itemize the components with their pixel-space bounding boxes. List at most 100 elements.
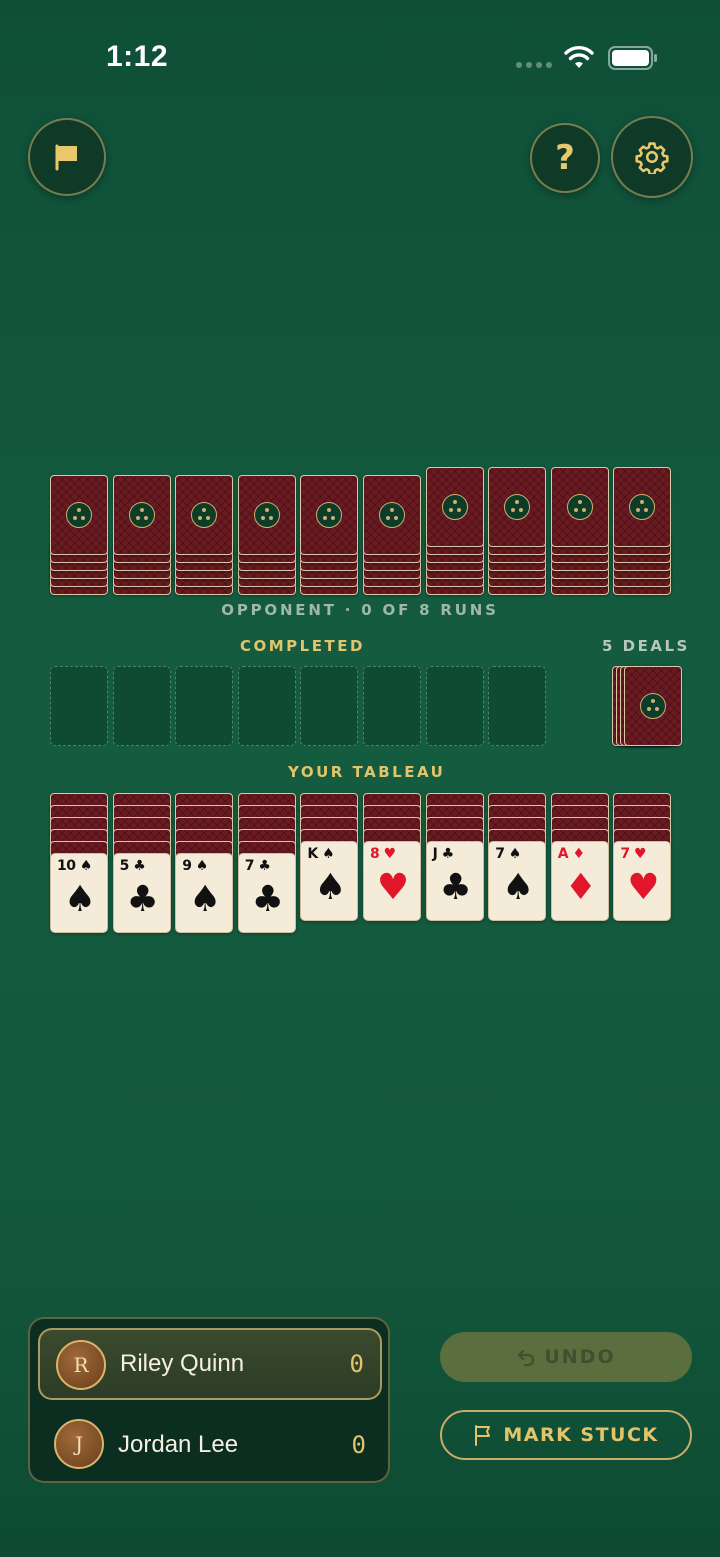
card-rank: 8 ♥ <box>370 846 396 862</box>
completed-label: COMPLETED <box>240 637 365 655</box>
suit-icon: ♥ <box>376 867 410 908</box>
undo-icon <box>518 1349 535 1367</box>
opponent-pile <box>112 475 171 595</box>
card-back <box>550 467 609 547</box>
face-up-card[interactable]: 7 ♣ ♣ <box>237 853 296 933</box>
avatar: J <box>54 1419 104 1469</box>
completed-slot <box>488 666 547 746</box>
tableau-column[interactable]: K ♠ ♠ <box>300 793 359 921</box>
player-score: 0 <box>349 1350 364 1378</box>
card-emblem-icon <box>66 502 92 528</box>
completed-slot <box>50 666 108 746</box>
card-back <box>613 467 672 547</box>
completed-slot <box>300 666 359 746</box>
help-button[interactable]: ? <box>530 123 600 193</box>
opponent-pile <box>300 475 359 595</box>
suit-icon: ♣ <box>439 867 472 908</box>
wifi-icon <box>564 46 594 68</box>
completed-slot <box>425 666 484 746</box>
opponent-pile <box>50 475 108 595</box>
card-emblem-icon <box>504 494 531 520</box>
cellular-signal-icon <box>516 62 552 68</box>
undo-button[interactable]: UNDO <box>440 1332 692 1382</box>
suit-icon: ♠ <box>314 867 347 908</box>
opponent-pile <box>488 467 547 595</box>
card-rank: 7 ♠ <box>495 846 521 862</box>
completed-slot <box>237 666 296 746</box>
card-back <box>175 475 234 555</box>
tableau-column[interactable]: 7 ♥ ♥ <box>613 793 672 921</box>
mark-stuck-button[interactable]: MARK STUCK <box>440 1410 692 1460</box>
player-row: J Jordan Lee 0 <box>38 1409 382 1481</box>
scoreboard: R Riley Quinn 0 J Jordan Lee 0 <box>28 1317 390 1483</box>
opponent-pile <box>363 475 421 595</box>
face-up-card[interactable]: 7 ♥ ♥ <box>613 841 672 921</box>
card-rank: 7 ♣ <box>244 858 271 874</box>
tableau-column[interactable]: 7 ♠ ♠ <box>488 793 547 921</box>
deals-label: 5 DEALS <box>602 637 690 655</box>
card-emblem-icon <box>566 494 593 520</box>
card-rank: 7 ♥ <box>620 846 647 862</box>
face-up-card[interactable]: K ♠ ♠ <box>300 841 359 921</box>
face-up-card[interactable]: 8 ♥ ♥ <box>363 841 421 921</box>
card-emblem-icon <box>128 502 155 528</box>
tableau-column[interactable]: 7 ♣ ♣ <box>237 793 296 933</box>
suit-icon: ♥ <box>627 867 660 908</box>
card-back <box>237 475 296 555</box>
card-rank: K ♠ <box>307 846 335 862</box>
face-up-card[interactable]: A ♦ ♦ <box>550 841 609 921</box>
opponent-label: OPPONENT · 0 OF 8 RUNS <box>221 601 499 619</box>
suit-icon: ♠ <box>63 879 97 920</box>
card-emblem-icon <box>316 502 343 528</box>
card-back <box>300 475 359 555</box>
completed-slot <box>175 666 234 746</box>
card-back <box>488 467 547 547</box>
card-emblem-icon <box>629 494 656 520</box>
tableau-column[interactable]: J ♣ ♣ <box>425 793 484 921</box>
tableau-column[interactable]: 9 ♠ ♠ <box>175 793 234 933</box>
flag-icon <box>55 144 77 171</box>
face-up-card[interactable]: J ♣ ♣ <box>425 841 484 921</box>
player-score: 0 <box>351 1431 366 1459</box>
battery-icon <box>608 46 657 70</box>
suit-icon: ♠ <box>189 879 222 920</box>
undo-label: UNDO <box>544 1346 616 1368</box>
tableau-column[interactable]: A ♦ ♦ <box>550 793 609 921</box>
card-back <box>50 475 108 555</box>
settings-button[interactable] <box>611 116 693 198</box>
suit-icon: ♠ <box>502 867 535 908</box>
tableau-column[interactable]: 10 ♠ ♠ <box>50 793 108 933</box>
face-up-card[interactable]: 7 ♠ ♠ <box>488 841 547 921</box>
tableau-column[interactable]: 5 ♣ ♣ <box>112 793 171 933</box>
face-up-card[interactable]: 10 ♠ ♠ <box>50 853 108 933</box>
opponent-pile <box>425 467 484 595</box>
player-name: Jordan Lee <box>118 1431 239 1458</box>
card-rank: J ♣ <box>432 846 455 862</box>
card-emblem-icon <box>640 693 666 719</box>
tableau-column[interactable]: 8 ♥ ♥ <box>363 793 421 921</box>
stock-card-top <box>624 666 682 746</box>
face-up-card[interactable]: 9 ♠ ♠ <box>175 853 234 933</box>
status-time: 1:12 <box>106 40 169 73</box>
player-row-active: R Riley Quinn 0 <box>38 1328 382 1400</box>
card-back <box>363 475 421 555</box>
card-emblem-icon <box>441 494 468 520</box>
completed-slot <box>363 666 421 746</box>
opponent-pile <box>550 467 609 595</box>
opponent-pile <box>237 475 296 595</box>
card-emblem-icon <box>191 502 218 528</box>
flag-button[interactable] <box>28 118 106 196</box>
mark-stuck-label: MARK STUCK <box>503 1424 659 1446</box>
player-name: Riley Quinn <box>120 1350 245 1377</box>
card-emblem-icon <box>253 502 280 528</box>
suit-icon: ♣ <box>126 879 159 920</box>
card-emblem-icon <box>379 502 405 528</box>
card-rank: 9 ♠ <box>182 858 208 874</box>
deal-stock[interactable] <box>612 666 684 748</box>
suit-icon: ♦ <box>564 867 597 908</box>
card-back <box>112 475 171 555</box>
opponent-pile <box>175 475 234 595</box>
face-up-card[interactable]: 5 ♣ ♣ <box>112 853 171 933</box>
card-rank: 5 ♣ <box>119 858 146 874</box>
completed-slot <box>112 666 171 746</box>
